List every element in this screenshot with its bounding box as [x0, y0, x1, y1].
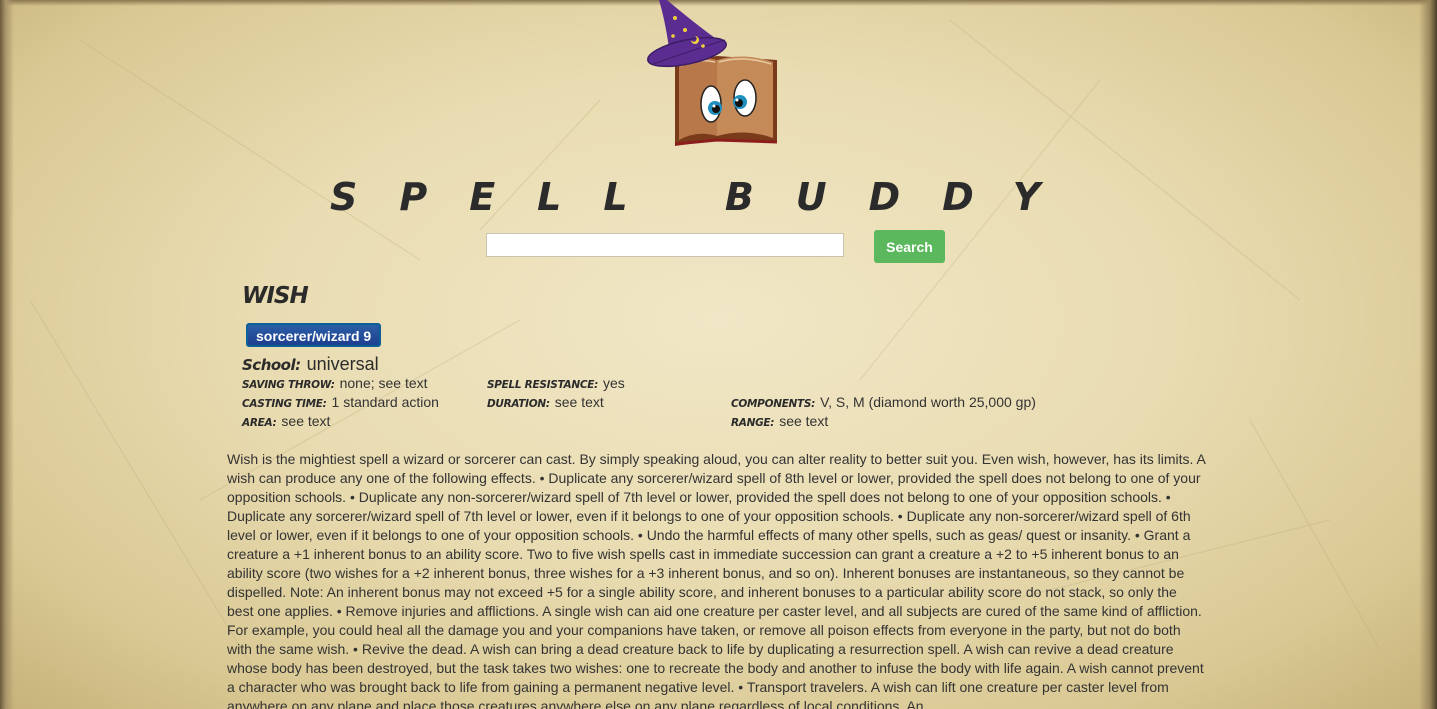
casting-time-stat: Casting Time: 1 standard action	[242, 394, 439, 410]
parchment-edge-left	[0, 0, 14, 709]
area-label: Area:	[242, 417, 277, 429]
spell-resistance-value: yes	[603, 375, 625, 391]
duration-stat: Duration: see text	[487, 394, 604, 410]
wizard-book-logo-icon[interactable]	[645, 0, 785, 150]
app-title: SPELL BUDDY	[330, 175, 1083, 219]
class-level-badge[interactable]: sorcerer/wizard 9	[246, 323, 382, 347]
school-row: School: universal	[242, 354, 379, 375]
casting-time-value: 1 standard action	[331, 394, 439, 410]
search-button[interactable]: Search	[874, 230, 945, 263]
range-value: see text	[779, 413, 829, 429]
components-value: V, S, M (diamond worth 25,000 gp)	[820, 394, 1036, 410]
spell-description: Wish is the mightiest spell a wizard or …	[227, 451, 1206, 709]
range-label: Range:	[731, 417, 775, 429]
spell-name: Wish	[242, 283, 309, 309]
saving-throw-label: Saving Throw:	[242, 379, 335, 391]
area-value: see text	[281, 413, 331, 429]
duration-value: see text	[554, 394, 604, 410]
range-stat: Range: see text	[731, 413, 828, 429]
school-value: universal	[306, 354, 379, 374]
search-input[interactable]	[486, 233, 844, 257]
spell-resistance-label: Spell Resistance:	[487, 379, 598, 391]
saving-throw-value: none; see text	[339, 375, 428, 391]
school-label: School:	[242, 356, 301, 374]
area-stat: Area: see text	[242, 413, 330, 429]
parchment-edge-right	[1419, 0, 1437, 709]
duration-label: Duration:	[487, 398, 550, 410]
components-stat: Components: V, S, M (diamond worth 25,000…	[731, 394, 1036, 410]
saving-throw-stat: Saving Throw: none; see text	[242, 375, 428, 391]
components-label: Components:	[731, 398, 816, 410]
casting-time-label: Casting Time:	[242, 398, 327, 410]
spell-resistance-stat: Spell Resistance: yes	[487, 375, 625, 391]
